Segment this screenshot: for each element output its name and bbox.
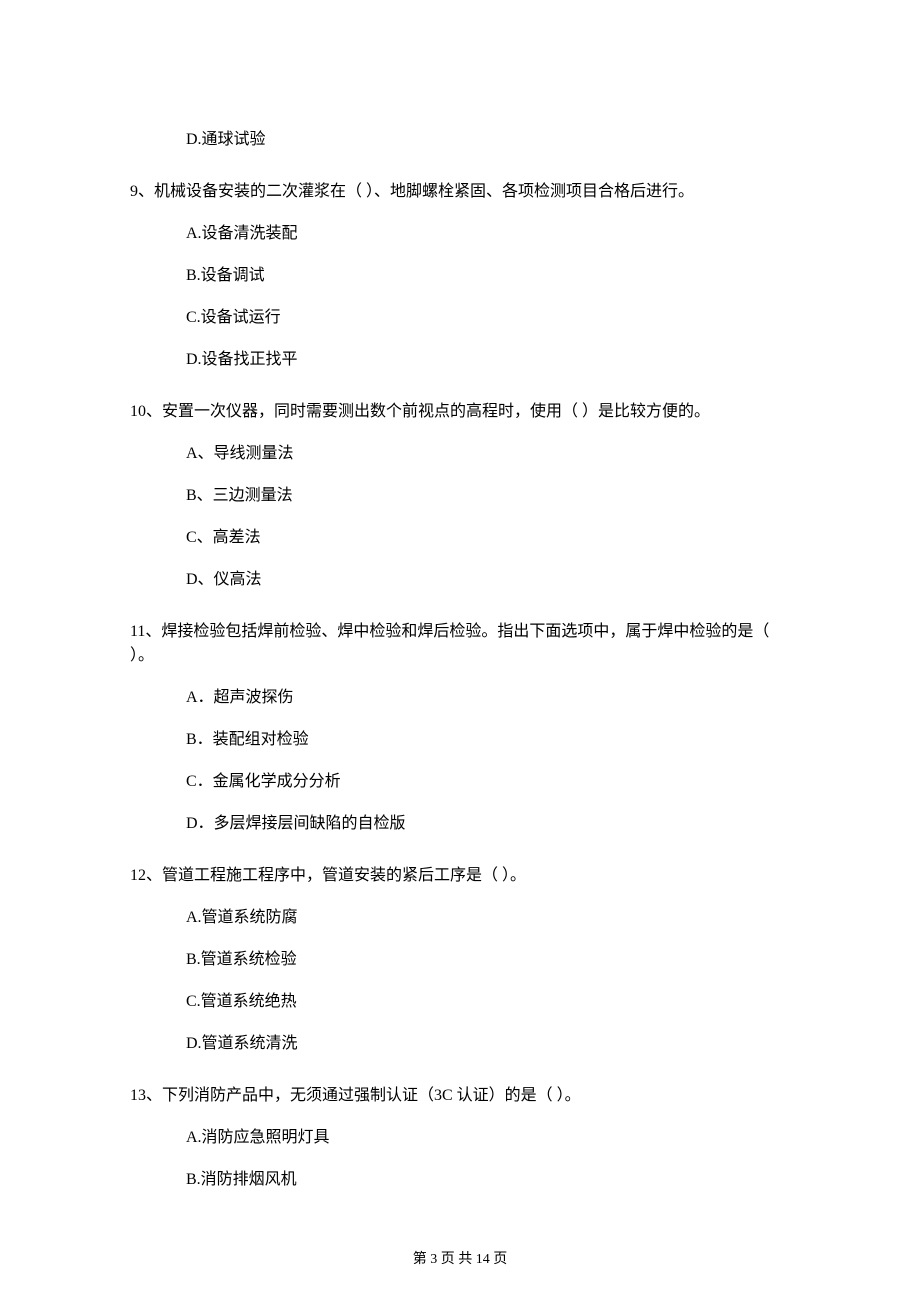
page: D.通球试验 9、机械设备安装的二次灌浆在（ ）、地脚螺栓紧固、各项检测项目合格… (0, 0, 920, 1302)
question-10-option-d: D、仪高法 (186, 568, 790, 592)
page-footer: 第 3 页 共 14 页 (0, 1249, 920, 1270)
question-10-option-a: A、导线测量法 (186, 442, 790, 466)
question-10-option-c: C、高差法 (186, 526, 790, 550)
question-11-option-b: B．装配组对检验 (186, 728, 790, 752)
question-13: 13、下列消防产品中，无须通过强制认证（3C 认证）的是（ ）。 (130, 1084, 790, 1108)
question-13-option-a: A.消防应急照明灯具 (186, 1126, 790, 1150)
question-11: 11、焊接检验包括焊前检验、焊中检验和焊后检验。指出下面选项中，属于焊中检验的是… (130, 620, 790, 668)
question-12-option-b: B.管道系统检验 (186, 948, 790, 972)
question-12-option-c: C.管道系统绝热 (186, 990, 790, 1014)
question-9-option-b: B.设备调试 (186, 264, 790, 288)
question-12: 12、管道工程施工程序中，管道安装的紧后工序是（ ）。 (130, 864, 790, 888)
question-13-option-b: B.消防排烟风机 (186, 1168, 790, 1192)
question-11-option-d: D．多层焊接层间缺陷的自检版 (186, 812, 790, 836)
question-10-option-b: B、三边测量法 (186, 484, 790, 508)
question-12-option-d: D.管道系统清洗 (186, 1032, 790, 1056)
question-9-option-d: D.设备找正找平 (186, 348, 790, 372)
question-12-option-a: A.管道系统防腐 (186, 906, 790, 930)
option-d: D.通球试验 (186, 128, 790, 152)
question-10: 10、安置一次仪器，同时需要测出数个前视点的高程时，使用（ ）是比较方便的。 (130, 400, 790, 424)
question-9-option-c: C.设备试运行 (186, 306, 790, 330)
question-11-option-c: C．金属化学成分分析 (186, 770, 790, 794)
question-11-option-a: A．超声波探伤 (186, 686, 790, 710)
question-9-option-a: A.设备清洗装配 (186, 222, 790, 246)
question-9: 9、机械设备安装的二次灌浆在（ ）、地脚螺栓紧固、各项检测项目合格后进行。 (130, 180, 790, 204)
